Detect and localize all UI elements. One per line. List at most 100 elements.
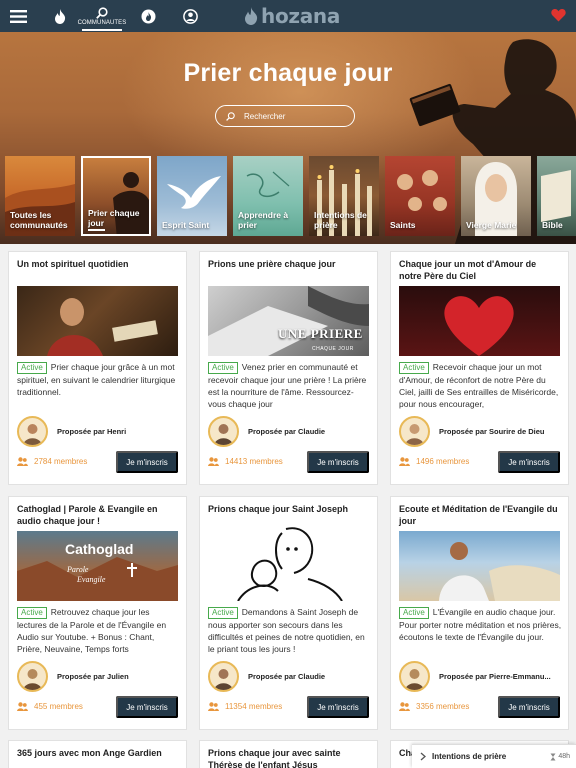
proposer-avatar[interactable] — [399, 416, 430, 447]
community-card[interactable]: Ecoute et Méditation de l'Evangile du jo… — [390, 496, 569, 730]
search-bar[interactable] — [215, 105, 355, 127]
globe-flame-icon — [141, 9, 155, 23]
menu-icon — [9, 9, 27, 23]
community-card[interactable]: Un mot spirituel quotidien Active Prier c… — [8, 251, 187, 485]
member-count: 1496 membres — [399, 457, 469, 466]
category-learn-to-pray[interactable]: Apprendre à prier — [233, 156, 303, 236]
category-virgin-mary[interactable]: Vierge Marie — [461, 156, 531, 236]
card-title: Prions une prière chaque jour — [208, 259, 336, 269]
member-count: 2784 membres — [17, 457, 87, 466]
hero-banner: Prier chaque jour Toutes les communautés… — [0, 32, 576, 244]
prayer-intentions-panel[interactable]: Intentions de prière 48h — [412, 744, 576, 768]
cross-icon — [127, 563, 137, 577]
join-button[interactable]: Je m'inscris — [498, 696, 560, 718]
join-button[interactable]: Je m'inscris — [307, 451, 369, 473]
card-title: Prions chaque jour Saint Joseph — [208, 504, 349, 514]
proposer-name: Proposée par Claudie — [248, 672, 326, 681]
members-icon — [17, 457, 28, 466]
nav-communities-tab[interactable]: COMMUNAUTES — [77, 0, 127, 32]
community-card[interactable]: Cathoglad | Parole & Evangile en audio c… — [8, 496, 187, 730]
card-description-block: Active Retrouvez chaque jour les lectures… — [17, 606, 180, 656]
members-icon — [399, 457, 410, 466]
category-label: Intentions de prière — [314, 210, 367, 230]
saint-portrait-icon — [405, 669, 424, 690]
members-icon — [399, 702, 410, 711]
category-all-communities[interactable]: Toutes les communautés — [5, 156, 75, 236]
brand-name: hozana — [261, 4, 341, 28]
member-count-text: 14413 membres — [225, 457, 283, 466]
proposer-name: Proposée par Claudie — [248, 427, 326, 436]
community-card[interactable]: Prions chaque jour Saint Joseph Active De… — [199, 496, 378, 730]
category-label: Bible — [542, 220, 563, 230]
proposer-avatar[interactable] — [17, 661, 48, 692]
category-pray-every-day[interactable]: Prier chaque jour — [81, 156, 151, 236]
menu-button[interactable] — [6, 0, 30, 32]
category-bible[interactable]: Bible — [537, 156, 576, 236]
red-heart-image — [444, 296, 514, 356]
category-label: Apprendre à prier — [238, 210, 289, 230]
status-badge: Active — [17, 362, 47, 374]
saint-portrait-icon — [23, 669, 42, 690]
proposer-name: Proposée par Pierre-Emmanu... — [439, 672, 551, 681]
card-description-block: Active Recevoir chaque jour un mot d'Amou… — [399, 361, 562, 411]
card-image: Cathoglad Parole Evangile — [17, 531, 178, 601]
flame-icon — [55, 8, 66, 24]
proposer-name: Proposée par Sourire de Dieu — [439, 427, 545, 436]
chevron-right-icon — [420, 752, 426, 761]
saint-portrait-icon — [214, 424, 233, 445]
member-count: 14413 membres — [208, 457, 283, 466]
image-subtext-1: Parole — [67, 565, 89, 574]
card-title: 365 jours avec mon Ange Gardien — [17, 748, 162, 758]
hourglass-icon — [550, 753, 556, 760]
status-badge: Active — [399, 607, 429, 619]
proposer-avatar[interactable] — [399, 661, 430, 692]
card-description-block: Active Prier chaque jour grâce à un mot s… — [17, 361, 180, 399]
card-image: UNE PRIERE CHAQUE JOUR — [208, 286, 369, 356]
nav-flame-button[interactable] — [48, 0, 72, 32]
saint-portrait-icon — [214, 669, 233, 690]
card-image — [208, 519, 369, 601]
card-image — [399, 286, 560, 356]
heart-icon[interactable] — [551, 8, 566, 22]
community-card[interactable]: Prions une prière chaque jour UNE PRIERE… — [199, 251, 378, 485]
proposer-avatar[interactable] — [208, 661, 239, 692]
community-card[interactable]: 365 jours avec mon Ange Gardien — [8, 740, 187, 768]
card-description-block: Active Venez prier en communauté et recev… — [208, 361, 371, 411]
member-count: 455 membres — [17, 702, 83, 711]
category-holy-spirit[interactable]: Esprit Saint — [157, 156, 227, 236]
members-icon — [208, 702, 219, 711]
card-image — [17, 286, 178, 356]
search-icon — [96, 6, 108, 19]
join-button[interactable]: Je m'inscris — [116, 696, 178, 718]
card-description-block: Active Demandons à Saint Joseph de nous a… — [208, 606, 371, 656]
member-count-text: 2784 membres — [34, 457, 88, 466]
saint-painting-image — [47, 298, 158, 356]
nav-prayer-button[interactable] — [136, 0, 160, 32]
category-label: Prier chaque jour — [88, 208, 140, 228]
card-title: Ecoute et Méditation de l'Evangile du jo… — [399, 504, 558, 526]
join-button[interactable]: Je m'inscris — [307, 696, 369, 718]
proposer-avatar[interactable] — [208, 416, 239, 447]
member-count: 3356 membres — [399, 702, 469, 711]
join-button[interactable]: Je m'inscris — [116, 451, 178, 473]
card-title: Un mot spirituel quotidien — [17, 259, 129, 269]
category-saints[interactable]: Saints — [385, 156, 455, 236]
nav-communities-label: COMMUNAUTES — [77, 19, 127, 26]
status-badge: Active — [208, 362, 238, 374]
join-button[interactable]: Je m'inscris — [498, 451, 560, 473]
image-subtext-2: Evangile — [77, 575, 106, 584]
status-badge: Active — [17, 607, 47, 619]
card-title: Chaque jour un mot d'Amour de notre Père… — [399, 259, 537, 281]
search-input[interactable] — [244, 111, 344, 121]
community-card[interactable]: Chaque jour un mot d'Amour de notre Père… — [390, 251, 569, 485]
status-badge: Active — [399, 362, 429, 374]
community-card[interactable]: Prions chaque jour avec sainte Thérèse d… — [199, 740, 378, 768]
hozana-logo[interactable]: hozana — [244, 4, 340, 28]
card-description-block: Active L'Évangile en audio chaque jour. P… — [399, 606, 562, 656]
top-navigation-bar: COMMUNAUTES hozana — [0, 0, 576, 32]
member-count-text: 11354 membres — [225, 702, 283, 711]
image-caption-sub: CHAQUE JOUR — [312, 346, 354, 352]
nav-profile-button[interactable] — [178, 0, 202, 32]
category-prayer-intentions[interactable]: Intentions de prière — [309, 156, 379, 236]
proposer-avatar[interactable] — [17, 416, 48, 447]
